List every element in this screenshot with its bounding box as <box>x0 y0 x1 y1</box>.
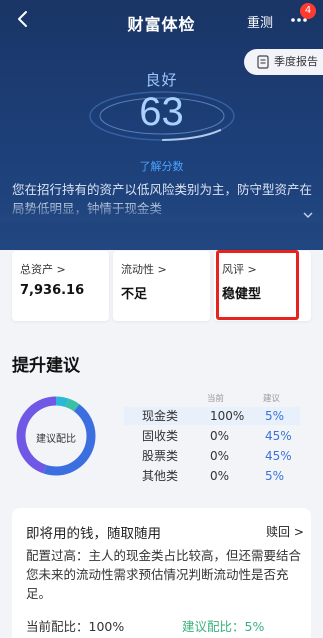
suggest-ratio: 45% <box>265 449 292 463</box>
current-ratio: 100% <box>210 409 245 423</box>
card-value: 7,936.16 <box>20 283 85 298</box>
allocation-row-cash: 现金类 100% 5% <box>124 407 300 425</box>
category-name: 股票类 <box>142 449 179 463</box>
current-ratio: 0% <box>210 429 230 443</box>
nav-bar: 财富体检 重测 4 <box>0 0 323 42</box>
category-name: 固收类 <box>142 429 179 443</box>
liquidity-card[interactable]: 流动性 > 不足 <box>113 251 210 321</box>
card-label: 总资产 > <box>20 263 66 276</box>
expand-chevron-icon[interactable] <box>303 212 313 219</box>
suggested-ratio-text: 建议配比：5% <box>182 619 265 634</box>
advice-card: 即将用的钱，随取随用 赎回 > 配置过高：主人的现金类占比较高，但还需要结合您未… <box>12 508 311 638</box>
advice-text: 配置过高：主人的现金类占比较高，但还需要结合您未来的流动性需求预估情况判断流动性… <box>26 548 302 601</box>
current-ratio: 0% <box>210 469 230 483</box>
score-hero: 财富体检 重测 4 季度报告 良好 63 了解分数 您在招行持有的资产以低风险类… <box>0 0 323 250</box>
suggest-header: 建议 <box>263 394 281 404</box>
category-name: 其他类 <box>142 469 179 483</box>
report-label: 季度报告 <box>274 55 318 68</box>
total-assets-card[interactable]: 总资产 > 7,936.16 <box>12 251 109 321</box>
category-name: 现金类 <box>142 409 179 423</box>
suggest-ratio: 45% <box>265 429 292 443</box>
section-title: 提升建议 <box>12 356 80 376</box>
retest-button[interactable]: 重测 <box>247 12 273 31</box>
current-header: 当前 <box>207 394 225 404</box>
page-title: 财富体检 <box>127 15 196 34</box>
suggest-ratio: 5% <box>265 409 285 423</box>
score-value: 63 <box>139 90 184 134</box>
redeem-link[interactable]: 赎回 > <box>266 523 304 540</box>
highlight-box <box>216 250 299 320</box>
summary-fade <box>0 200 323 222</box>
notification-badge: 4 <box>300 3 316 19</box>
allocation-row-stock: 股票类 0% 45% <box>124 447 300 465</box>
suggest-ratio: 5% <box>265 469 285 483</box>
allocation-row-other: 其他类 0% 5% <box>124 467 300 485</box>
card-value: 不足 <box>121 287 148 302</box>
allocation-row-fixed-income: 固收类 0% 45% <box>124 427 300 445</box>
report-doc-icon <box>257 55 269 69</box>
current-ratio: 0% <box>210 449 230 463</box>
donut-center-label: 建议配比 <box>36 434 76 445</box>
current-ratio-text: 当前配比：100% <box>26 619 125 634</box>
learn-score-link[interactable]: 了解分数 <box>0 158 323 174</box>
advice-title: 即将用的钱，随取随用 <box>26 526 161 542</box>
card-label: 流动性 > <box>121 263 167 276</box>
